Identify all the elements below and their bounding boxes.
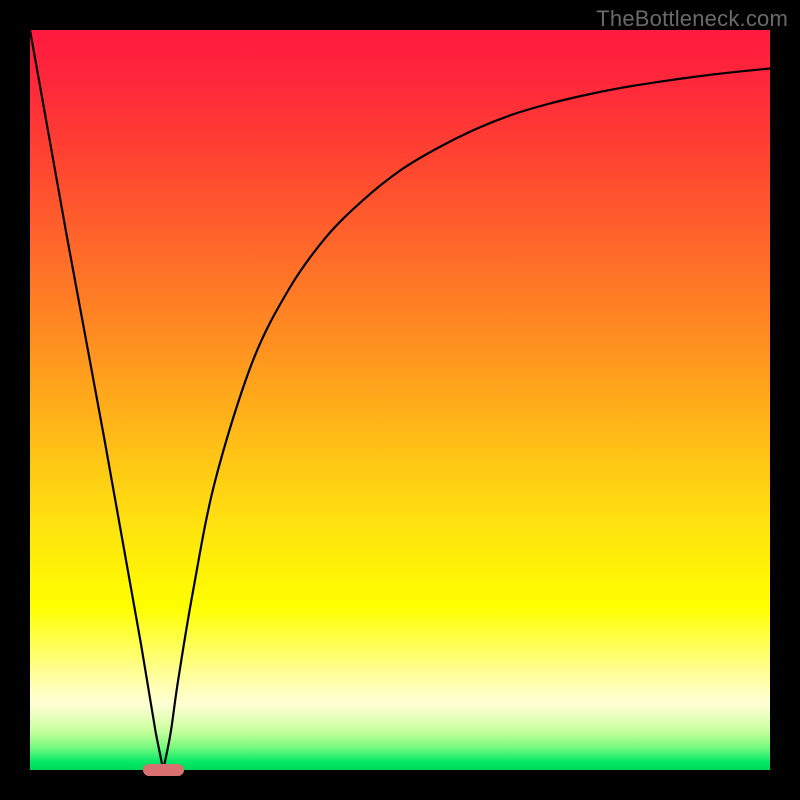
optimum-marker xyxy=(143,764,184,775)
plot-area xyxy=(30,30,770,770)
bottleneck-curve xyxy=(30,30,770,770)
watermark-text: TheBottleneck.com xyxy=(596,6,788,32)
chart-container: TheBottleneck.com xyxy=(0,0,800,800)
